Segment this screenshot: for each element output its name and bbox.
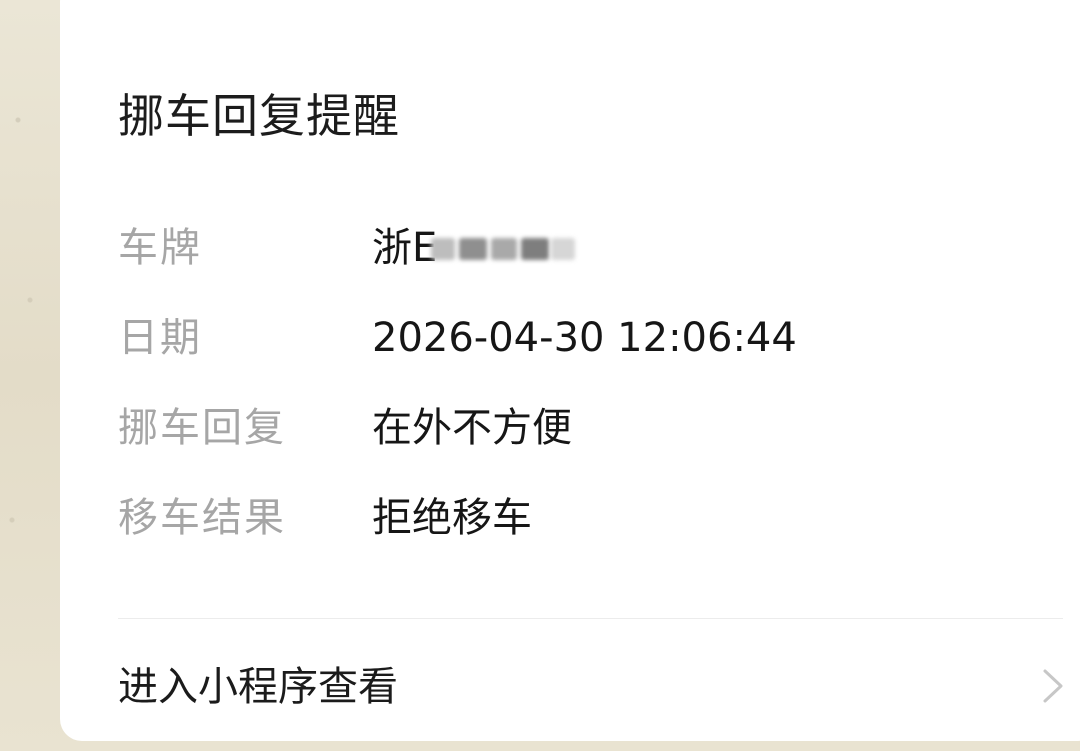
chevron-right-icon [1043, 669, 1063, 703]
field-label-plate: 车牌 [118, 225, 202, 271]
field-row-reply: 挪车回复 在外不方便 [118, 403, 1018, 453]
field-row-date: 日期 2026-04-30 12:06:44 [118, 313, 1018, 363]
open-mini-program-label: 进入小程序查看 [118, 664, 398, 710]
field-label-reply: 挪车回复 [118, 405, 286, 451]
field-value-reply: 在外不方便 [372, 405, 572, 451]
field-row-result: 移车结果 拒绝移车 [118, 493, 1018, 543]
plate-number-visible: 浙E [372, 225, 438, 271]
card-divider [118, 618, 1063, 619]
card-title: 挪车回复提醒 [118, 89, 400, 143]
plate-redaction-blur [431, 228, 581, 268]
field-value-plate: 浙E [372, 223, 581, 273]
field-value-date: 2026-04-30 12:06:44 [372, 315, 797, 361]
notification-card: 挪车回复提醒 车牌 浙E 日期 2026-04-30 12:06:44 挪车回复… [60, 0, 1080, 741]
field-label-date: 日期 [118, 315, 202, 361]
field-value-result: 拒绝移车 [372, 495, 532, 541]
field-row-plate: 车牌 浙E [118, 223, 1018, 273]
field-label-result: 移车结果 [118, 495, 286, 541]
